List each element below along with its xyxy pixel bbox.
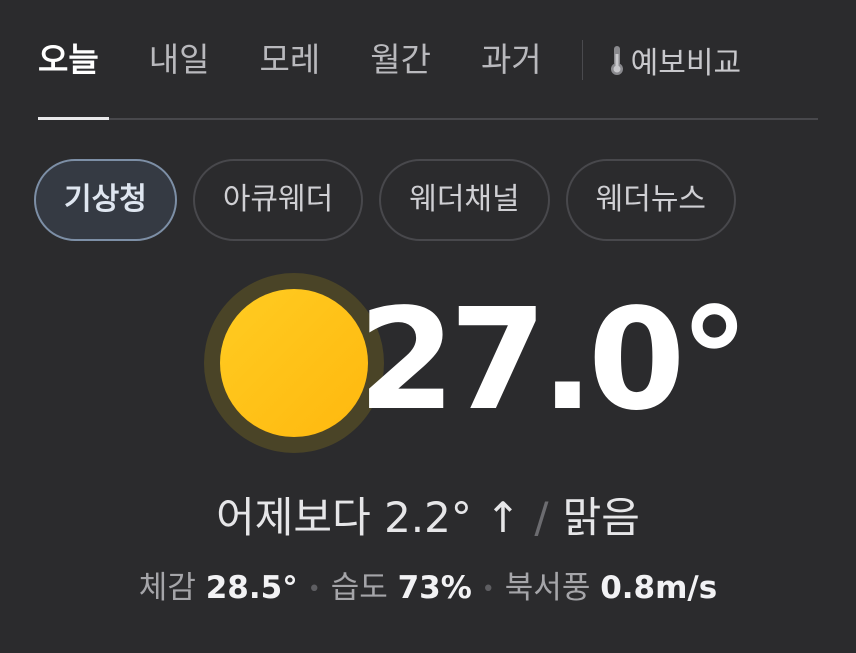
detail-separator: • <box>307 577 321 602</box>
summary-separator: / <box>534 493 549 542</box>
sun-icon <box>204 273 384 453</box>
yesterday-comparison: 어제보다 2.2° ↑ <box>216 493 521 542</box>
feels-like-value: 28.5° <box>205 570 298 606</box>
forecast-compare-label: 예보비교 <box>630 46 742 81</box>
wind-label: 북서풍 <box>504 570 591 606</box>
tab-past[interactable]: 과거 <box>481 30 542 90</box>
tab-monthly[interactable]: 월간 <box>370 30 431 90</box>
active-tab-indicator <box>38 117 109 120</box>
forecast-day-tabs: 오늘 내일 모레 월간 과거 예보비교 <box>38 30 818 90</box>
source-chip-accuweather[interactable]: 아큐웨더 <box>192 159 364 241</box>
current-temperature: 27.0° <box>358 279 749 442</box>
source-chip-weathernews[interactable]: 웨더뉴스 <box>565 159 737 241</box>
humidity-value: 73% <box>397 570 472 606</box>
weather-summary: 어제보다 2.2° ↑ / 맑음 <box>0 484 856 545</box>
tab-day-after-tomorrow[interactable]: 모레 <box>259 30 320 90</box>
wind-value: 0.8m/s <box>600 570 718 606</box>
thermometer-icon <box>610 46 623 75</box>
feels-like-label: 체감 <box>138 570 196 606</box>
weather-condition: 맑음 <box>562 493 640 542</box>
humidity-label: 습도 <box>330 570 388 606</box>
forecast-compare-button[interactable]: 예보비교 <box>609 38 741 82</box>
tab-divider <box>581 40 583 80</box>
tab-bar-divider <box>38 118 818 120</box>
source-chip-kma[interactable]: 기상청 <box>34 159 177 241</box>
tab-today[interactable]: 오늘 <box>38 30 99 90</box>
forecast-source-chips: 기상청 아큐웨더 웨더채널 웨더뉴스 <box>34 159 752 241</box>
tab-tomorrow[interactable]: 내일 <box>149 30 210 90</box>
source-chip-weather-channel[interactable]: 웨더채널 <box>379 159 550 241</box>
weather-details: 체감 28.5° • 습도 73% • 북서풍 0.8m/s <box>0 562 856 607</box>
detail-separator: • <box>481 577 495 602</box>
